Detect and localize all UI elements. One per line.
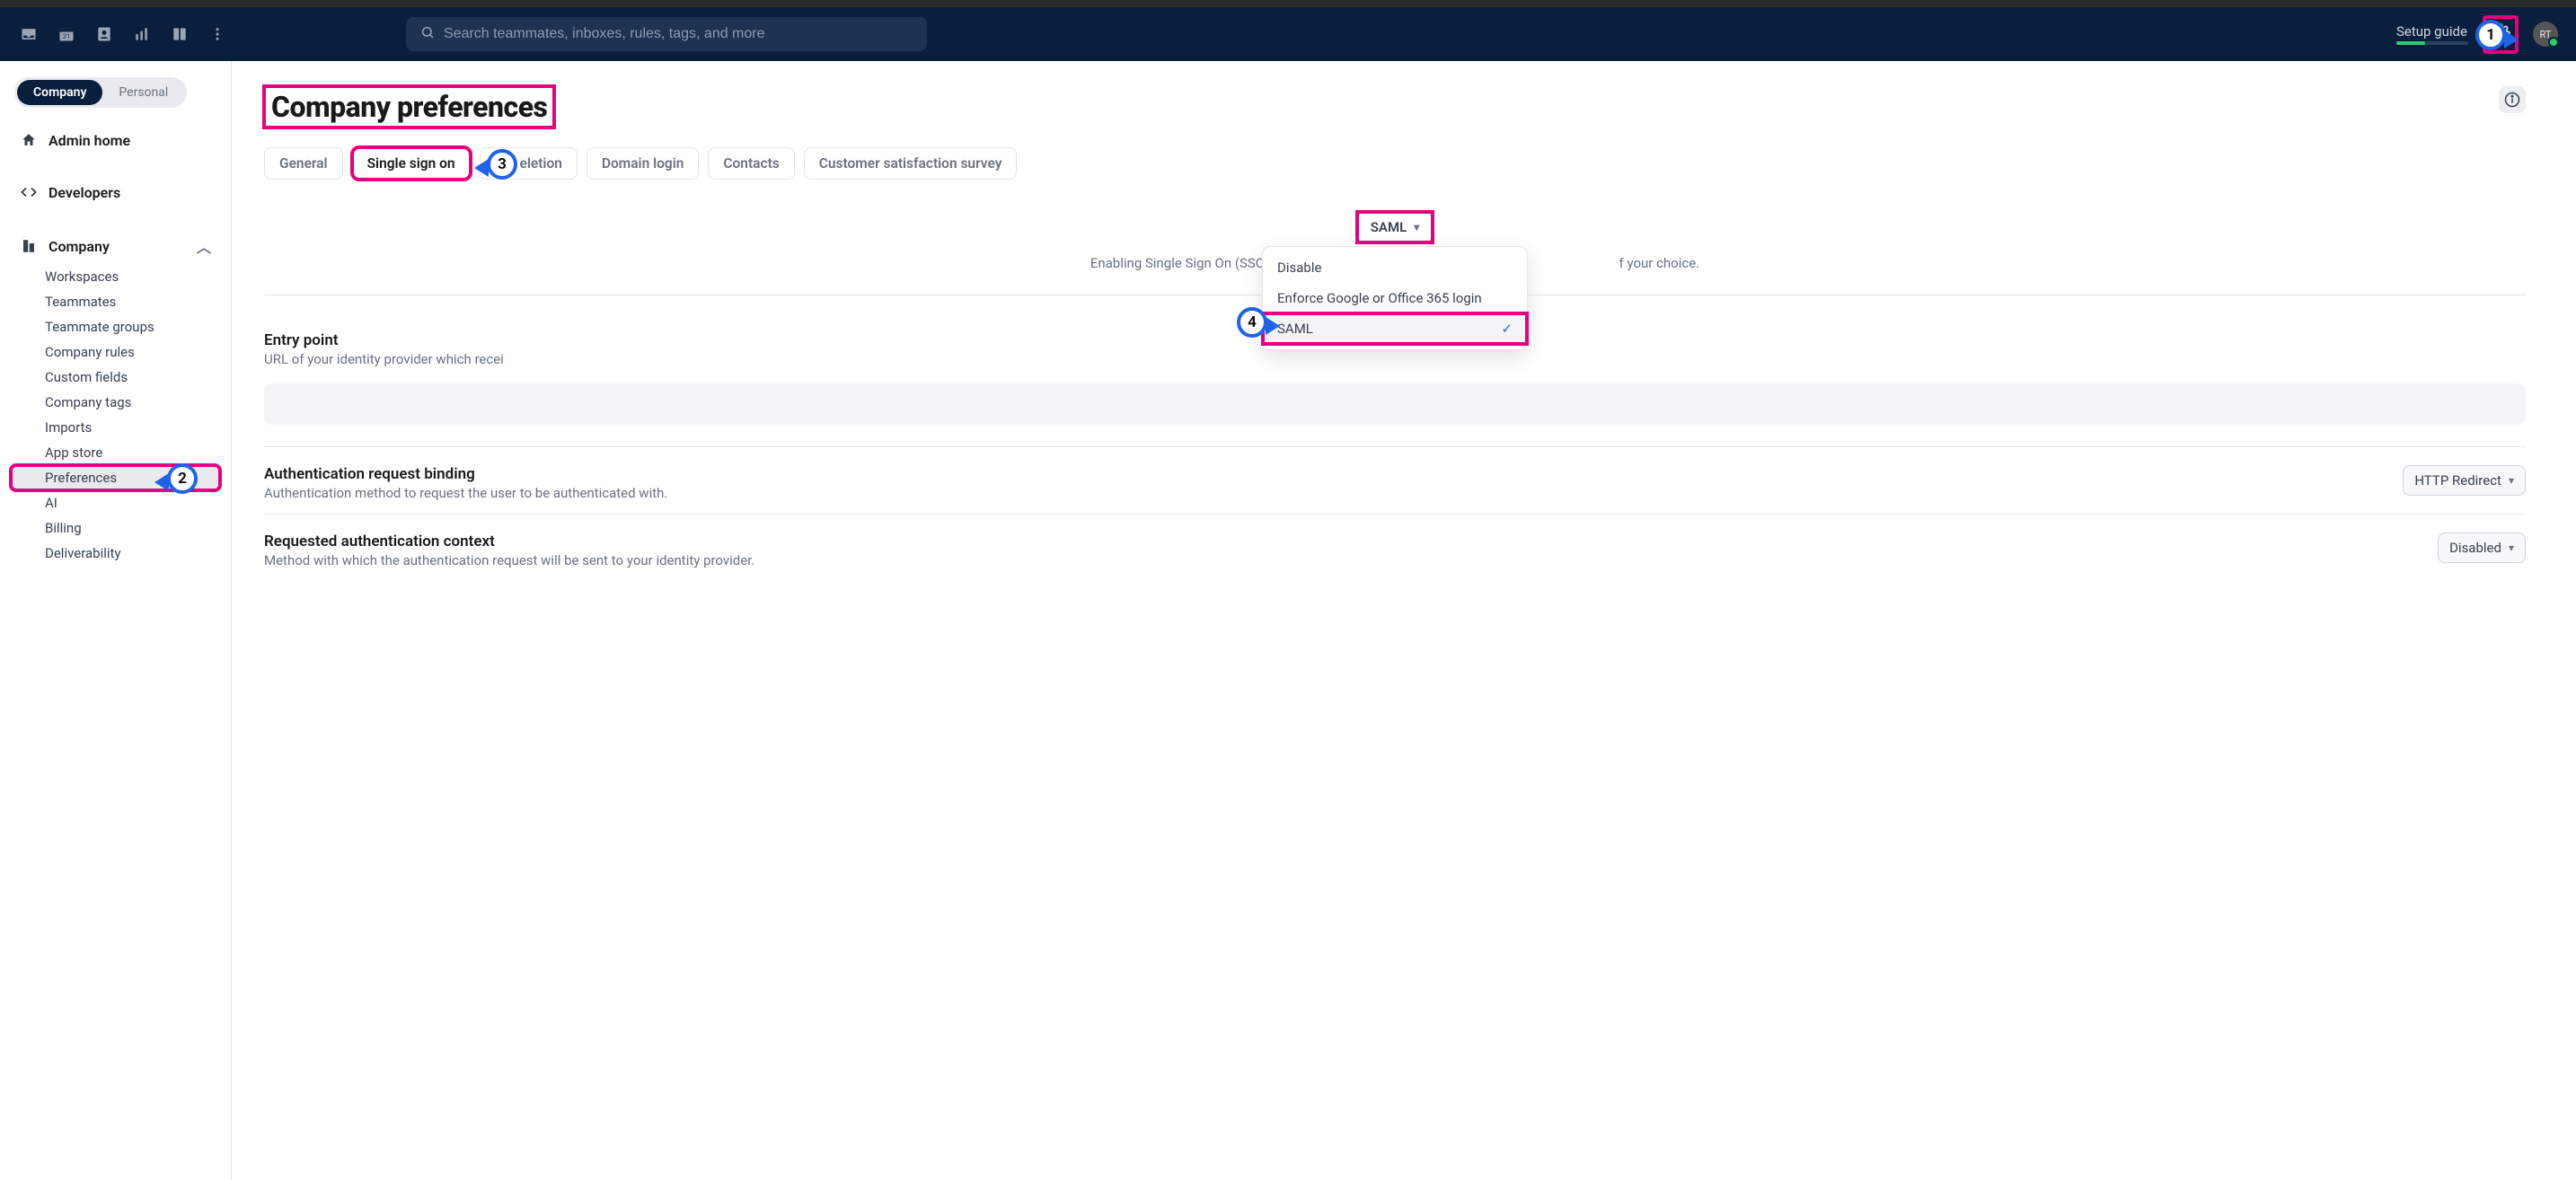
calendar-icon[interactable]: 31 <box>56 23 77 45</box>
sidebar-item-workspaces[interactable]: Workspaces <box>11 264 220 289</box>
sidebar-item-company-tags[interactable]: Company tags <box>11 390 220 415</box>
dropdown-value: SAML <box>1371 219 1407 235</box>
analytics-icon[interactable] <box>131 23 153 45</box>
sidebar-item-imports[interactable]: Imports <box>11 415 220 440</box>
toggle-personal[interactable]: Personal <box>102 80 184 105</box>
sidebar-item-deliverability[interactable]: Deliverability <box>11 541 220 566</box>
info-icon[interactable] <box>2499 86 2526 113</box>
callout-1-pointer <box>2504 31 2519 48</box>
tabs: General Single sign on eletion Domain lo… <box>264 147 2526 180</box>
sidebar: Company Personal Admin home Developers C… <box>0 61 232 1180</box>
setup-guide[interactable]: Setup guide 1 <box>2396 23 2468 45</box>
tab-single-sign-on[interactable]: Single sign on <box>352 147 471 180</box>
nav-label: Company <box>49 238 110 255</box>
sidebar-item-teammates[interactable]: Teammates <box>11 289 220 314</box>
contacts-icon[interactable] <box>93 23 115 45</box>
entry-point-desc: URL of your identity provider which rece… <box>264 351 2526 367</box>
sidebar-item-billing[interactable]: Billing <box>11 515 220 541</box>
toggle-company[interactable]: Company <box>17 80 102 105</box>
sidebar-item-teammate-groups[interactable]: Teammate groups <box>11 314 220 339</box>
entry-point-input[interactable] <box>264 383 2526 425</box>
dd-option-saml[interactable]: SAML ✓ <box>1263 313 1527 344</box>
tab-general[interactable]: General <box>264 147 343 180</box>
search-input-wrapper[interactable] <box>406 17 927 51</box>
tab-csat[interactable]: Customer satisfaction survey <box>804 147 1018 180</box>
nav-company-section[interactable]: Company ︿ <box>11 228 220 264</box>
check-icon: ✓ <box>1501 321 1513 337</box>
code-icon <box>20 183 38 201</box>
topbar: 31 Setup guide 1 RT <box>0 7 2576 61</box>
callout-4-pointer <box>1266 317 1280 335</box>
nav-developers[interactable]: Developers <box>11 176 220 208</box>
home-icon <box>20 131 38 149</box>
setup-guide-label: Setup guide <box>2396 23 2467 40</box>
auth-context-select[interactable]: Disabled ▾ <box>2438 533 2526 563</box>
knowledge-icon[interactable] <box>169 23 190 45</box>
svg-text:31: 31 <box>63 32 70 40</box>
scope-toggle: Company Personal <box>14 77 187 108</box>
select-value: Disabled <box>2449 540 2501 556</box>
search-input[interactable] <box>444 26 913 42</box>
sidebar-item-ai[interactable]: AI <box>11 490 220 515</box>
chevron-up-icon: ︿ <box>197 235 211 257</box>
chevron-down-icon: ▾ <box>2509 542 2514 554</box>
dd-option-disable[interactable]: Disable <box>1263 252 1527 283</box>
sso-mode-dropdown[interactable]: SAML ▾ <box>1357 212 1433 242</box>
search-icon <box>420 25 435 43</box>
nav-label: Admin home <box>49 132 130 149</box>
auth-binding-desc: Authentication method to request the use… <box>264 485 2367 501</box>
chevron-down-icon: ▾ <box>1414 221 1419 233</box>
nav-label: Developers <box>49 184 120 201</box>
callout-4: 4 <box>1237 307 1267 338</box>
select-value: HTTP Redirect <box>2414 472 2501 489</box>
main-panel: Company preferences General Single sign … <box>232 61 2576 1180</box>
callout-1: 1 <box>2475 20 2506 50</box>
sso-dropdown-menu: Disable Enforce Google or Office 365 log… <box>1262 246 1528 350</box>
building-icon <box>20 237 38 255</box>
nav-admin-home[interactable]: Admin home <box>11 124 220 156</box>
avatar[interactable]: RT <box>2533 22 2558 47</box>
auth-context-desc: Method with which the authentication req… <box>264 552 2402 568</box>
sidebar-item-app-store[interactable]: App store <box>11 440 220 465</box>
sidebar-item-company-rules[interactable]: Company rules <box>11 339 220 365</box>
auth-binding-select[interactable]: HTTP Redirect ▾ <box>2403 465 2526 496</box>
more-icon[interactable] <box>207 23 228 45</box>
auth-context-title: Requested authentication context <box>264 533 2402 550</box>
callout-3: 3 <box>487 149 517 180</box>
chevron-down-icon: ▾ <box>2509 474 2514 487</box>
setup-progress <box>2396 41 2468 45</box>
dd-option-google-o365[interactable]: Enforce Google or Office 365 login <box>1263 283 1527 313</box>
tab-domain-login[interactable]: Domain login <box>587 147 700 180</box>
dd-option-label: SAML <box>1277 321 1313 337</box>
tab-contacts[interactable]: Contacts <box>708 147 794 180</box>
auth-binding-title: Authentication request binding <box>264 465 2367 483</box>
sidebar-item-custom-fields[interactable]: Custom fields <box>11 365 220 390</box>
callout-2: 2 <box>167 463 198 494</box>
inbox-icon[interactable] <box>18 23 40 45</box>
page-title: Company preferences <box>271 90 547 124</box>
